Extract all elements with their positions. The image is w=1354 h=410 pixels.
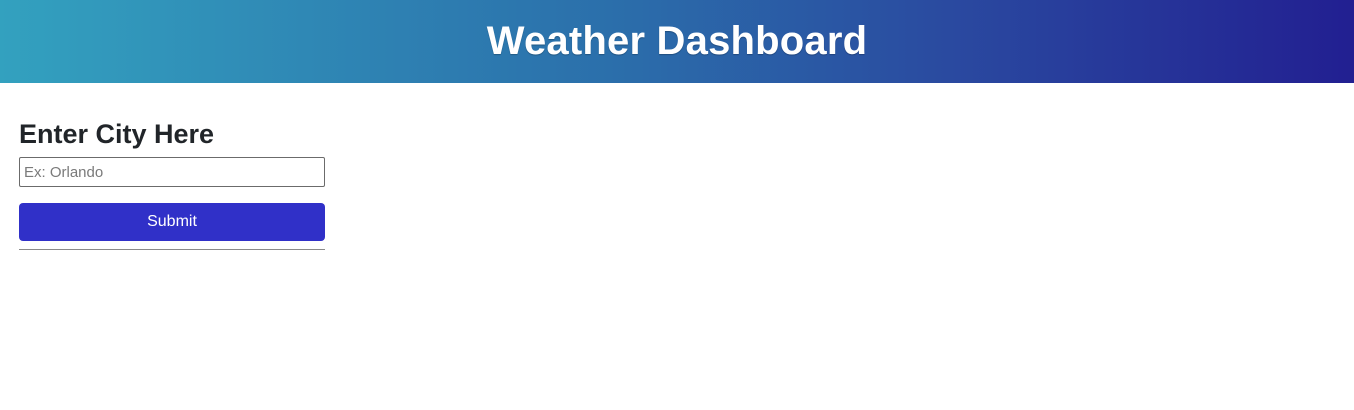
city-search-input[interactable]	[19, 157, 325, 187]
search-history-divider	[19, 249, 325, 250]
search-heading: Enter City Here	[19, 119, 215, 149]
city-search-panel: Enter City Here Submit	[19, 116, 325, 250]
page-title: Weather Dashboard	[486, 19, 868, 63]
page-header: Weather Dashboard	[0, 0, 1354, 83]
submit-button[interactable]: Submit	[19, 203, 325, 241]
